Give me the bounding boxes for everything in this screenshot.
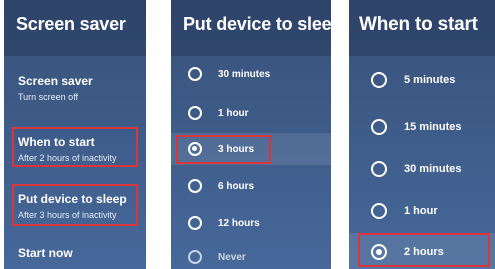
settings-item-title: Start now	[18, 246, 73, 260]
settings-item-subtitle: Turn screen off	[18, 92, 79, 102]
radio-button-selected[interactable]	[371, 244, 387, 260]
settings-item-screen-saver[interactable]: Screen saver Turn screen off	[4, 74, 146, 102]
option-label: 1 hour	[218, 107, 249, 119]
option-label: 6 hours	[218, 180, 255, 192]
radio-button[interactable]	[188, 179, 202, 193]
radio-button[interactable]	[371, 119, 387, 135]
settings-item-title: Put device to sleep	[18, 192, 127, 206]
sleep-option-never[interactable]: Never	[171, 242, 331, 269]
start-panel: When to start 5 minutes 15 minutes 30 mi…	[349, 0, 495, 269]
sleep-option-30-minutes[interactable]: 30 minutes	[171, 59, 331, 89]
start-option-5-minutes[interactable]: 5 minutes	[349, 65, 495, 95]
option-label: 15 minutes	[404, 121, 462, 133]
start-option-30-minutes[interactable]: 30 minutes	[349, 154, 495, 184]
option-label: 1 hour	[404, 205, 438, 217]
screen-saver-panel-title: Screen saver	[4, 0, 146, 56]
sleep-option-12-hours[interactable]: 12 hours	[171, 208, 331, 238]
start-panel-title: When to start	[349, 0, 495, 56]
settings-item-start-now[interactable]: Start now	[4, 246, 146, 260]
option-label: 12 hours	[218, 217, 260, 229]
settings-item-put-device-to-sleep[interactable]: Put device to sleep After 3 hours of ina…	[4, 192, 146, 220]
settings-item-when-to-start[interactable]: When to start After 2 hours of inactivit…	[4, 135, 146, 163]
radio-button[interactable]	[188, 67, 202, 81]
option-label: 2 hours	[404, 246, 444, 258]
sleep-option-6-hours[interactable]: 6 hours	[171, 171, 331, 201]
sleep-option-1-hour[interactable]: 1 hour	[171, 98, 331, 128]
sleep-panel: Put device to sleep 30 minutes 1 hour 3 …	[171, 0, 331, 269]
start-option-1-hour[interactable]: 1 hour	[349, 196, 495, 226]
radio-button[interactable]	[188, 250, 202, 264]
radio-button-selected[interactable]	[188, 142, 202, 156]
option-label: 30 minutes	[404, 163, 462, 175]
screen-saver-panel: Screen saver Screen saver Turn screen of…	[4, 0, 146, 269]
radio-button[interactable]	[188, 216, 202, 230]
sleep-panel-title: Put device to sleep	[171, 0, 331, 56]
sleep-option-3-hours[interactable]: 3 hours	[171, 134, 331, 164]
option-label: 3 hours	[218, 143, 255, 155]
start-option-15-minutes[interactable]: 15 minutes	[349, 112, 495, 142]
start-option-2-hours[interactable]: 2 hours	[349, 237, 495, 267]
option-label: 5 minutes	[404, 74, 456, 86]
radio-button[interactable]	[188, 106, 202, 120]
settings-item-subtitle: After 2 hours of inactivity	[18, 153, 117, 163]
settings-item-subtitle: After 3 hours of inactivity	[18, 210, 117, 220]
radio-button[interactable]	[371, 72, 387, 88]
settings-item-title: Screen saver	[18, 74, 93, 88]
settings-item-title: When to start	[18, 135, 95, 149]
radio-button[interactable]	[371, 161, 387, 177]
option-label: Never	[218, 251, 246, 263]
option-label: 30 minutes	[218, 68, 271, 80]
radio-button[interactable]	[371, 203, 387, 219]
